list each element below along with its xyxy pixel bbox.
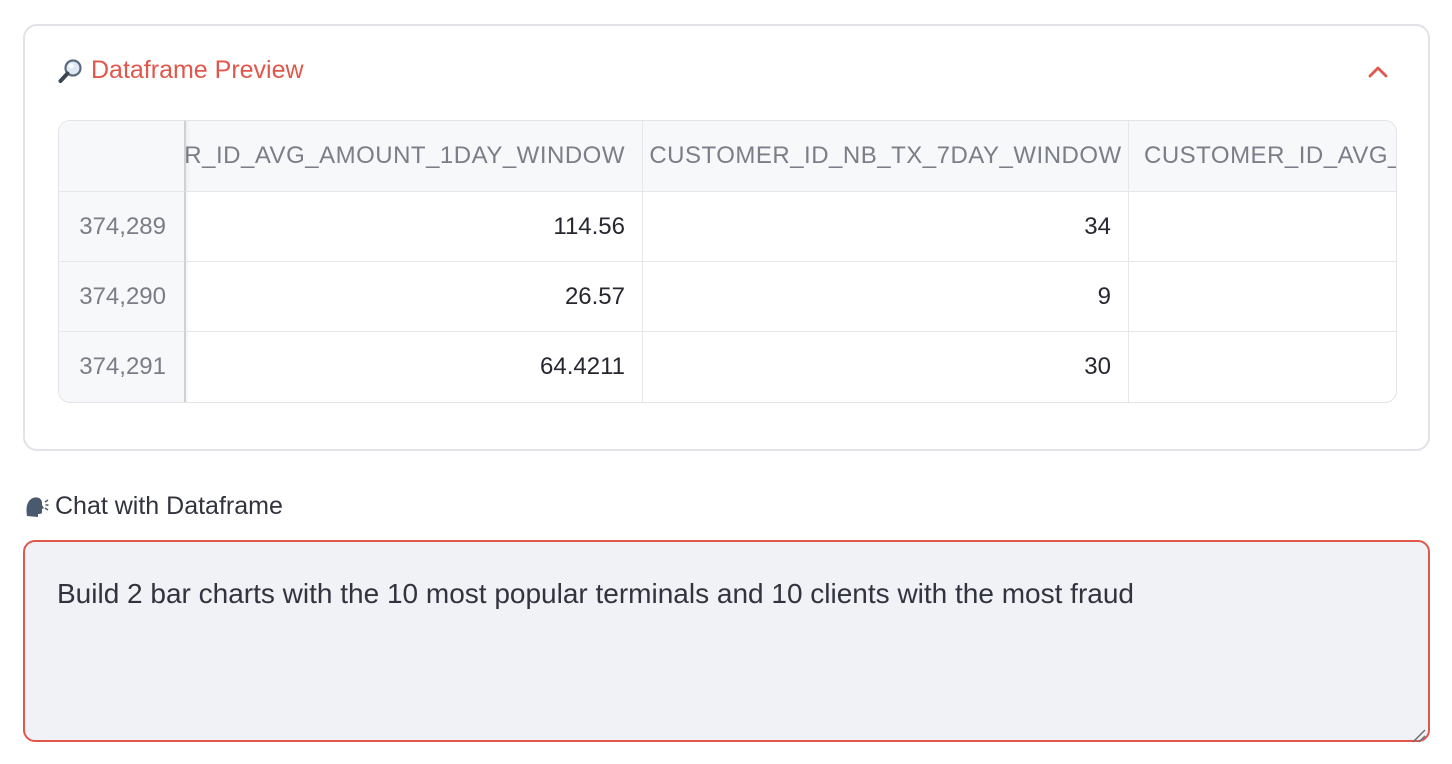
table-row: 374,290 26.57 9: [59, 262, 1396, 332]
column-header[interactable]: CUSTOMER_ID_AVG_A: [1128, 121, 1396, 191]
table-cell[interactable]: 114.56: [184, 192, 642, 261]
chat-input[interactable]: Build 2 bar charts with the 10 most popu…: [23, 540, 1430, 743]
speaking-head-icon: [23, 494, 49, 520]
chevron-up-icon[interactable]: [1366, 60, 1390, 84]
table-cell[interactable]: 30: [642, 332, 1128, 402]
row-index: 374,289: [59, 192, 184, 261]
chat-label-text: Chat with Dataframe: [55, 492, 283, 520]
column-header[interactable]: ER_ID_AVG_AMOUNT_1DAY_WINDOW: [184, 121, 642, 191]
expander-title: Dataframe Preview: [91, 56, 304, 84]
index-header-cell: [59, 121, 184, 191]
table-cell[interactable]: 34: [642, 192, 1128, 261]
row-index: 374,291: [59, 332, 184, 402]
table-row: 374,289 114.56 34: [59, 192, 1396, 262]
magnifier-icon: [57, 57, 85, 85]
table-cell[interactable]: 9: [642, 262, 1128, 331]
table-cell[interactable]: [1128, 262, 1396, 331]
chat-label: Chat with Dataframe: [23, 492, 283, 521]
expander-header[interactable]: Dataframe Preview: [57, 56, 304, 85]
row-index: 374,290: [59, 262, 184, 331]
table-cell[interactable]: [1128, 332, 1396, 402]
chat-input-value: Build 2 bar charts with the 10 most popu…: [57, 578, 1134, 609]
table-cell[interactable]: 26.57: [184, 262, 642, 331]
index-column-shadow: [184, 121, 190, 402]
resize-handle-icon[interactable]: [1408, 720, 1428, 743]
table-cell[interactable]: 64.4211: [184, 332, 642, 402]
dataframe-table[interactable]: ER_ID_AVG_AMOUNT_1DAY_WINDOW CUSTOMER_ID…: [58, 120, 1397, 403]
table-row: 374,291 64.4211 30: [59, 332, 1396, 402]
table-header-row: ER_ID_AVG_AMOUNT_1DAY_WINDOW CUSTOMER_ID…: [59, 121, 1396, 192]
table-cell[interactable]: [1128, 192, 1396, 261]
column-header[interactable]: CUSTOMER_ID_NB_TX_7DAY_WINDOW: [642, 121, 1128, 191]
dataframe-preview-expander: Dataframe Preview ER_ID_AVG_AMOUNT_1DAY_…: [23, 24, 1430, 451]
